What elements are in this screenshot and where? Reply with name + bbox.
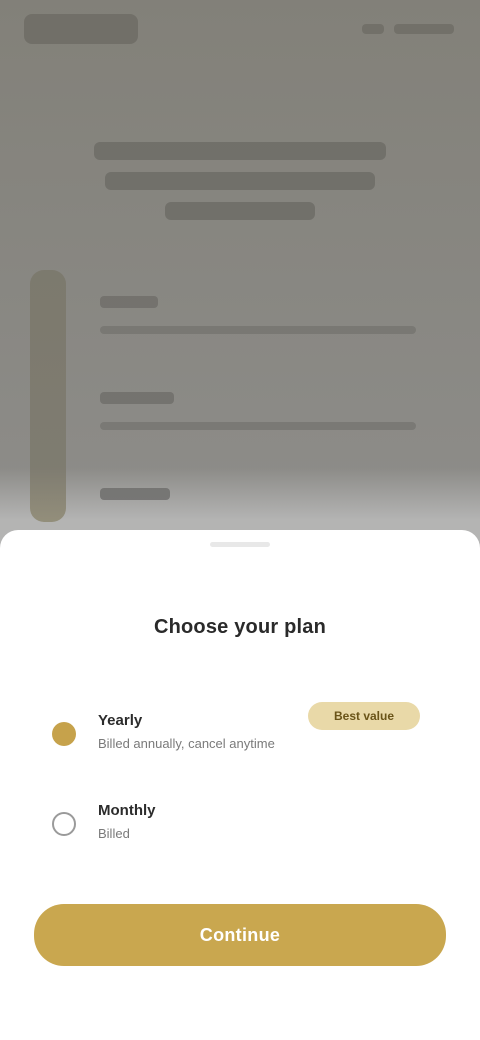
plan-option-monthly[interactable]: Monthly Billed [40,796,440,860]
plan-option-subtitle: Billed [98,826,130,841]
plan-bottom-sheet: Choose your plan Yearly Billed annually,… [0,530,480,1040]
plan-option-label: Monthly [98,802,156,819]
sheet-grabber[interactable] [210,542,270,547]
sheet-title: Choose your plan [153,616,327,638]
radio-selected-icon[interactable] [52,722,76,746]
plan-option-subtitle: Billed annually, cancel anytime [98,736,275,751]
continue-button[interactable]: Continue [34,904,446,966]
best-value-badge: Best value [308,702,420,730]
radio-unselected-icon[interactable] [52,812,76,836]
plan-option-yearly[interactable]: Yearly Billed annually, cancel anytime B… [40,702,440,770]
plan-option-label: Yearly [98,712,143,729]
